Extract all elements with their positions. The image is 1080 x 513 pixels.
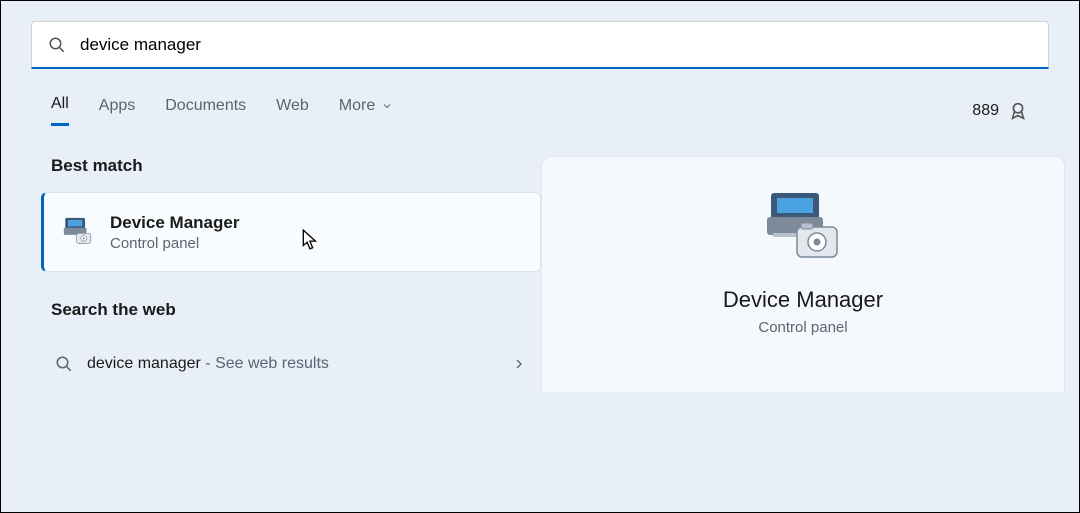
- chevron-down-icon: [381, 100, 393, 112]
- web-result-hint: - See web results: [201, 355, 329, 372]
- best-match-result[interactable]: Device Manager Control panel: [41, 192, 541, 272]
- detail-pane: Device Manager Control panel: [541, 156, 1065, 392]
- tab-web[interactable]: Web: [276, 97, 309, 125]
- chevron-right-icon: [511, 356, 527, 372]
- medal-icon: [1007, 100, 1029, 122]
- search-bar[interactable]: [31, 21, 1049, 69]
- tab-more[interactable]: More: [339, 97, 393, 125]
- web-search-result[interactable]: device manager - See web results: [41, 336, 541, 392]
- tab-all[interactable]: All: [51, 95, 69, 126]
- best-match-title: Device Manager: [110, 213, 239, 233]
- web-result-left: device manager - See web results: [55, 355, 329, 373]
- results-list: Best match Device Manager Control panel: [1, 156, 541, 392]
- device-manager-icon: [60, 214, 96, 250]
- best-match-heading: Best match: [51, 156, 541, 176]
- results-area: Best match Device Manager Control panel: [1, 156, 1079, 392]
- rewards-points: 889: [972, 102, 999, 120]
- filter-tabs: All Apps Documents Web More 889: [51, 95, 1029, 126]
- tab-apps[interactable]: Apps: [99, 97, 135, 125]
- rewards-badge[interactable]: 889: [972, 100, 1029, 122]
- search-input[interactable]: [80, 35, 1032, 55]
- best-match-subtitle: Control panel: [110, 235, 239, 252]
- search-icon: [55, 355, 73, 373]
- search-web-heading: Search the web: [51, 300, 541, 320]
- search-icon: [48, 36, 66, 54]
- tab-more-label: More: [339, 97, 375, 115]
- cursor-icon: [302, 229, 320, 251]
- best-match-text: Device Manager Control panel: [110, 213, 239, 252]
- detail-subtitle: Control panel: [758, 319, 847, 336]
- detail-title: Device Manager: [723, 287, 883, 313]
- web-result-text: device manager - See web results: [87, 355, 329, 373]
- detail-device-manager-icon: [753, 187, 853, 267]
- tab-documents[interactable]: Documents: [165, 97, 246, 125]
- web-result-query: device manager: [87, 355, 201, 372]
